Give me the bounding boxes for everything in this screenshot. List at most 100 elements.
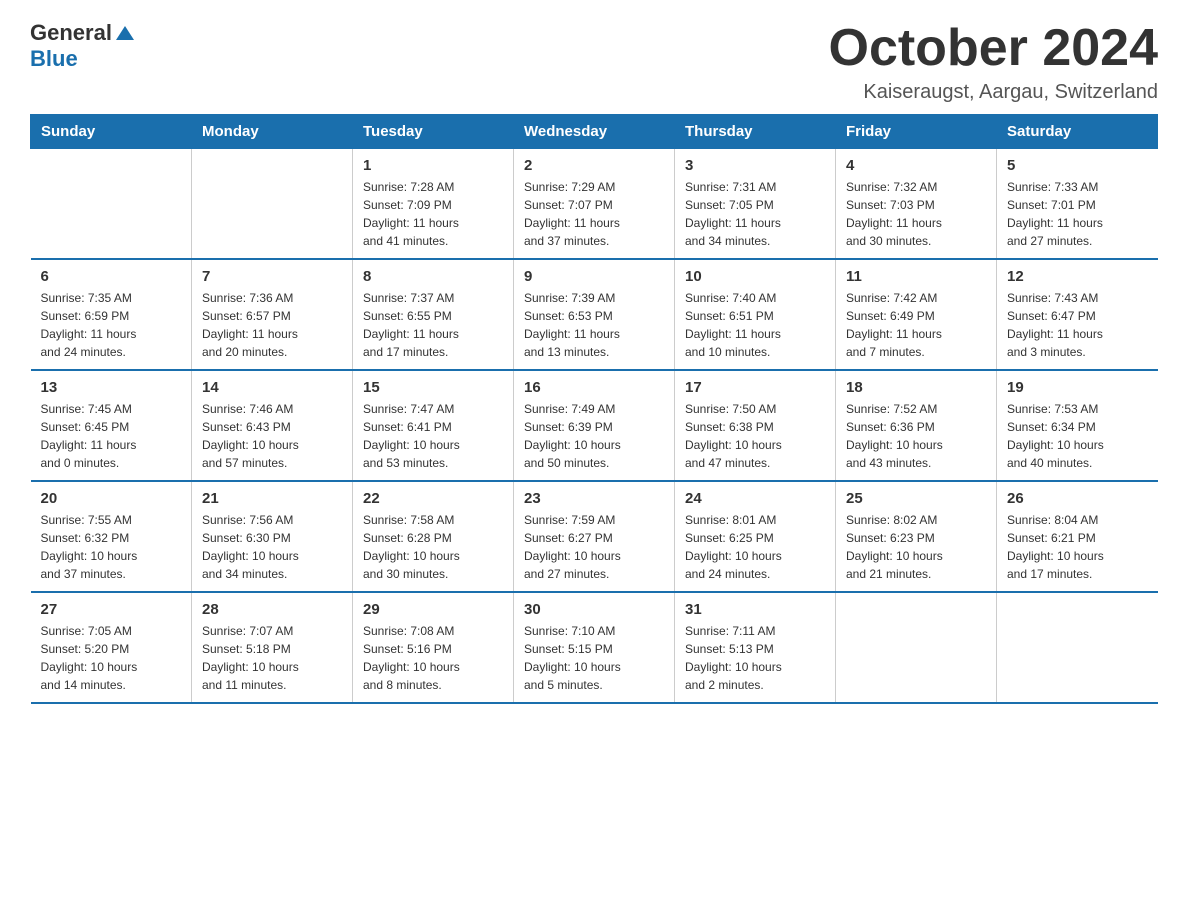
day-cell: 12Sunrise: 7:43 AMSunset: 6:47 PMDayligh… (997, 259, 1158, 370)
day-number: 1 (363, 157, 503, 174)
day-cell: 13Sunrise: 7:45 AMSunset: 6:45 PMDayligh… (31, 370, 192, 481)
day-info: Sunrise: 7:46 AMSunset: 6:43 PMDaylight:… (202, 400, 342, 472)
day-cell (997, 592, 1158, 703)
day-cell: 18 Sunrise: 7:52 AMSunset: 6:36 PMDayligh… (836, 370, 997, 481)
day-cell: 3 Sunrise: 7:31 AMSunset: 7:05 PMDaylight… (675, 149, 836, 260)
day-number: 13 (41, 379, 182, 396)
day-info: Sunrise: 7:10 AMSunset: 5:15 PMDaylight:… (524, 622, 664, 694)
day-number: 26 (1007, 490, 1148, 507)
day-info: Sunrise: 8:04 AMSunset: 6:21 PMDaylight:… (1007, 511, 1148, 583)
day-cell: 11 Sunrise: 7:42 AMSunset: 6:49 PMDayligh… (836, 259, 997, 370)
day-info: Sunrise: 7:33 AMSunset: 7:01 PMDaylight:… (1007, 178, 1148, 250)
day-info: Sunrise: 7:35 AMSunset: 6:59 PMDaylight:… (41, 289, 182, 361)
day-info: Sunrise: 8:01 AMSunset: 6:25 PMDaylight:… (685, 511, 825, 583)
col-monday: Monday (192, 115, 353, 149)
day-number: 30 (524, 601, 664, 618)
day-info: Sunrise: 7:31 AMSunset: 7:05 PMDaylight:… (685, 178, 825, 250)
logo-triangle-icon (114, 22, 136, 44)
day-number: 25 (846, 490, 986, 507)
day-info: Sunrise: 7:36 AMSunset: 6:57 PMDaylight:… (202, 289, 342, 361)
day-number: 31 (685, 601, 825, 618)
day-number: 11 (846, 268, 986, 285)
day-info: Sunrise: 7:49 AMSunset: 6:39 PMDaylight:… (524, 400, 664, 472)
day-info: Sunrise: 7:32 AMSunset: 7:03 PMDaylight:… (846, 178, 986, 250)
day-cell: 16 Sunrise: 7:49 AMSunset: 6:39 PMDayligh… (514, 370, 675, 481)
day-number: 28 (202, 601, 342, 618)
day-info: Sunrise: 7:58 AMSunset: 6:28 PMDaylight:… (363, 511, 503, 583)
page-header: General Blue October 2024 Kaiseraugst, A… (30, 20, 1158, 104)
day-number: 29 (363, 601, 503, 618)
logo-blue-text: Blue (30, 46, 136, 72)
day-cell: 25Sunrise: 8:02 AMSunset: 6:23 PMDayligh… (836, 481, 997, 592)
week-row-3: 20 Sunrise: 7:55 AMSunset: 6:32 PMDayligh… (31, 481, 1158, 592)
col-saturday: Saturday (997, 115, 1158, 149)
header-row: Sunday Monday Tuesday Wednesday Thursday… (31, 115, 1158, 149)
day-number: 8 (363, 268, 503, 285)
col-sunday: Sunday (31, 115, 192, 149)
day-cell: 2Sunrise: 7:29 AMSunset: 7:07 PMDaylight… (514, 149, 675, 260)
day-number: 14 (202, 379, 342, 396)
week-row-4: 27 Sunrise: 7:05 AMSunset: 5:20 PMDayligh… (31, 592, 1158, 703)
day-number: 17 (685, 379, 825, 396)
day-cell: 28 Sunrise: 7:07 AMSunset: 5:18 PMDayligh… (192, 592, 353, 703)
day-number: 4 (846, 157, 986, 174)
day-cell: 27 Sunrise: 7:05 AMSunset: 5:20 PMDayligh… (31, 592, 192, 703)
day-cell: 5 Sunrise: 7:33 AMSunset: 7:01 PMDaylight… (997, 149, 1158, 260)
calendar-body: 1 Sunrise: 7:28 AMSunset: 7:09 PMDaylight… (31, 149, 1158, 704)
day-cell (31, 149, 192, 260)
location-text: Kaiseraugst, Aargau, Switzerland (829, 81, 1159, 104)
day-number: 18 (846, 379, 986, 396)
day-info: Sunrise: 7:50 AMSunset: 6:38 PMDaylight:… (685, 400, 825, 472)
day-cell: 6 Sunrise: 7:35 AMSunset: 6:59 PMDaylight… (31, 259, 192, 370)
calendar-table: Sunday Monday Tuesday Wednesday Thursday… (30, 114, 1158, 704)
day-cell: 4 Sunrise: 7:32 AMSunset: 7:03 PMDaylight… (836, 149, 997, 260)
day-number: 27 (41, 601, 182, 618)
day-cell: 8Sunrise: 7:37 AMSunset: 6:55 PMDaylight… (353, 259, 514, 370)
day-info: Sunrise: 7:55 AMSunset: 6:32 PMDaylight:… (41, 511, 182, 583)
day-number: 22 (363, 490, 503, 507)
day-cell: 20 Sunrise: 7:55 AMSunset: 6:32 PMDayligh… (31, 481, 192, 592)
day-cell: 26 Sunrise: 8:04 AMSunset: 6:21 PMDayligh… (997, 481, 1158, 592)
day-number: 20 (41, 490, 182, 507)
day-cell: 23Sunrise: 7:59 AMSunset: 6:27 PMDayligh… (514, 481, 675, 592)
col-wednesday: Wednesday (514, 115, 675, 149)
day-cell (836, 592, 997, 703)
day-cell: 9 Sunrise: 7:39 AMSunset: 6:53 PMDaylight… (514, 259, 675, 370)
day-number: 5 (1007, 157, 1148, 174)
day-cell: 24Sunrise: 8:01 AMSunset: 6:25 PMDayligh… (675, 481, 836, 592)
week-row-2: 13Sunrise: 7:45 AMSunset: 6:45 PMDayligh… (31, 370, 1158, 481)
day-number: 6 (41, 268, 182, 285)
title-area: October 2024 Kaiseraugst, Aargau, Switze… (829, 20, 1159, 104)
day-cell: 31 Sunrise: 7:11 AMSunset: 5:13 PMDayligh… (675, 592, 836, 703)
day-info: Sunrise: 7:42 AMSunset: 6:49 PMDaylight:… (846, 289, 986, 361)
day-info: Sunrise: 7:39 AMSunset: 6:53 PMDaylight:… (524, 289, 664, 361)
day-cell: 1 Sunrise: 7:28 AMSunset: 7:09 PMDaylight… (353, 149, 514, 260)
day-info: Sunrise: 7:29 AMSunset: 7:07 PMDaylight:… (524, 178, 664, 250)
day-info: Sunrise: 7:47 AMSunset: 6:41 PMDaylight:… (363, 400, 503, 472)
day-cell: 7 Sunrise: 7:36 AMSunset: 6:57 PMDaylight… (192, 259, 353, 370)
day-info: Sunrise: 7:11 AMSunset: 5:13 PMDaylight:… (685, 622, 825, 694)
col-tuesday: Tuesday (353, 115, 514, 149)
day-cell: 21Sunrise: 7:56 AMSunset: 6:30 PMDayligh… (192, 481, 353, 592)
day-number: 23 (524, 490, 664, 507)
day-number: 10 (685, 268, 825, 285)
day-info: Sunrise: 7:05 AMSunset: 5:20 PMDaylight:… (41, 622, 182, 694)
logo-general-text: General (30, 20, 112, 46)
day-cell: 17 Sunrise: 7:50 AMSunset: 6:38 PMDayligh… (675, 370, 836, 481)
col-thursday: Thursday (675, 115, 836, 149)
day-info: Sunrise: 7:28 AMSunset: 7:09 PMDaylight:… (363, 178, 503, 250)
day-number: 21 (202, 490, 342, 507)
day-cell: 14 Sunrise: 7:46 AMSunset: 6:43 PMDayligh… (192, 370, 353, 481)
day-info: Sunrise: 7:40 AMSunset: 6:51 PMDaylight:… (685, 289, 825, 361)
day-number: 3 (685, 157, 825, 174)
calendar-header: Sunday Monday Tuesday Wednesday Thursday… (31, 115, 1158, 149)
day-number: 7 (202, 268, 342, 285)
day-number: 12 (1007, 268, 1148, 285)
day-number: 16 (524, 379, 664, 396)
day-cell: 19Sunrise: 7:53 AMSunset: 6:34 PMDayligh… (997, 370, 1158, 481)
day-cell: 10 Sunrise: 7:40 AMSunset: 6:51 PMDayligh… (675, 259, 836, 370)
week-row-0: 1 Sunrise: 7:28 AMSunset: 7:09 PMDaylight… (31, 149, 1158, 260)
day-number: 9 (524, 268, 664, 285)
day-info: Sunrise: 7:07 AMSunset: 5:18 PMDaylight:… (202, 622, 342, 694)
day-info: Sunrise: 7:52 AMSunset: 6:36 PMDaylight:… (846, 400, 986, 472)
